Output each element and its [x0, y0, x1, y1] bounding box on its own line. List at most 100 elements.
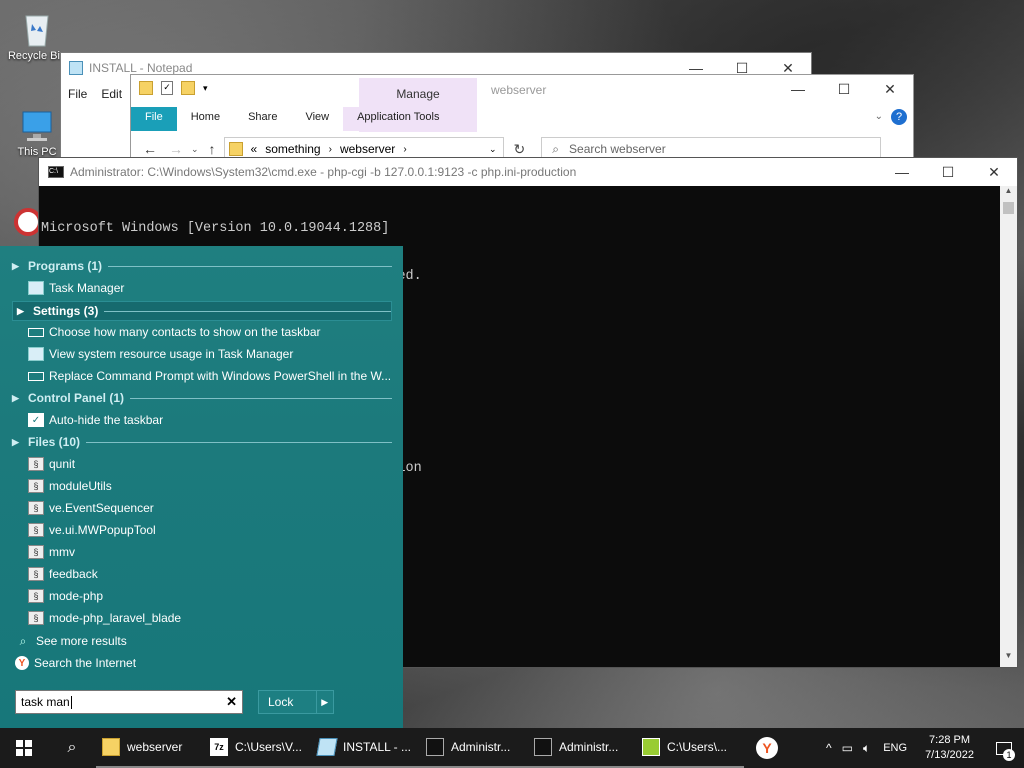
result-label: Auto-hide the taskbar [49, 413, 164, 427]
search-icon: ⌕ [19, 633, 27, 648]
see-more-label: See more results [36, 634, 127, 648]
result-control-panel[interactable]: ✓ Auto-hide the taskbar [28, 410, 390, 430]
clock[interactable]: 7:28 PM 7/13/2022 [915, 733, 984, 763]
help-icon[interactable]: ? [891, 109, 907, 125]
properties-icon[interactable]: ✓ [161, 81, 173, 95]
folder-icon[interactable] [139, 81, 153, 95]
result-setting[interactable]: Replace Command Prompt with Windows Powe… [28, 366, 390, 386]
clock-date: 7/13/2022 [925, 749, 974, 761]
close-button[interactable]: ✕ [867, 74, 913, 104]
minimize-button[interactable]: — [879, 158, 925, 186]
group-programs-label: Programs (1) [28, 259, 103, 273]
show-hidden-icons-chevron-up-icon[interactable]: ^ [821, 741, 837, 755]
menu-edit[interactable]: Edit [101, 87, 122, 101]
system-tray: ^ ▭ 🔈︎ ENG 7:28 PM 7/13/2022 1 [821, 728, 1024, 768]
tab-home[interactable]: Home [177, 107, 234, 131]
result-file[interactable]: § feedback [28, 564, 390, 584]
ribbon-expand-icon[interactable]: ⌄ [875, 111, 883, 122]
lock-button[interactable]: Lock ▶ [258, 690, 334, 714]
result-setting[interactable]: View system resource usage in Task Manag… [28, 344, 390, 364]
result-task-manager[interactable]: Task Manager [28, 278, 390, 298]
ribbon-tabs: File Home Share View Application Tools [131, 107, 454, 131]
start-menu[interactable]: ▶ Programs (1) Task Manager ▶ Settings (… [0, 246, 403, 728]
address-dropdown-icon[interactable]: ⌄ [489, 144, 497, 155]
recycle-bin-icon [20, 8, 54, 48]
back-arrow-icon[interactable]: ← [143, 141, 157, 157]
taskbar-app-notepadpp[interactable]: C:\Users\... [636, 728, 744, 768]
notepad-title: INSTALL - Notepad [89, 61, 193, 75]
result-setting[interactable]: Choose how many contacts to show on the … [28, 322, 390, 342]
result-file[interactable]: § mmv [28, 542, 390, 562]
clear-search-icon[interactable]: ✕ [226, 694, 237, 710]
see-more-results-link[interactable]: ⌕ See more results [15, 631, 377, 651]
new-folder-icon[interactable] [181, 81, 195, 95]
maximize-button[interactable]: ☐ [925, 158, 971, 186]
taskbar-app-webserver[interactable]: webserver [96, 728, 204, 768]
search-internet-link[interactable]: Y Search the Internet [15, 653, 377, 673]
result-file[interactable]: § mode-php [28, 586, 390, 606]
search-placeholder: Search webserver [569, 142, 666, 156]
result-label: moduleUtils [49, 479, 112, 493]
result-file[interactable]: § ve.EventSequencer [28, 498, 390, 518]
language-indicator[interactable]: ENG [875, 742, 915, 754]
forward-arrow-icon[interactable]: → [169, 141, 183, 157]
console-line: Microsoft Windows [Version 10.0.19044.12… [41, 221, 390, 236]
breadcrumb-overflow[interactable]: « [251, 142, 258, 156]
action-center-button[interactable]: 1 [984, 728, 1024, 768]
group-programs[interactable]: ▶ Programs (1) [12, 259, 392, 273]
result-file[interactable]: § qunit [28, 454, 390, 474]
breadcrumb-webserver[interactable]: webserver [340, 142, 395, 156]
breadcrumb-something[interactable]: something [265, 142, 320, 156]
refresh-icon[interactable]: ↻ [514, 141, 526, 158]
taskbar-app-yandex[interactable]: Y [744, 728, 790, 768]
tab-view[interactable]: View [291, 107, 343, 131]
notepad-icon [69, 61, 83, 75]
group-divider [130, 397, 392, 399]
recent-dropdown-icon[interactable]: ⌄ [191, 144, 199, 155]
cmd-title: Administrator: C:\Windows\System32\cmd.e… [70, 165, 577, 179]
tab-share[interactable]: Share [234, 107, 291, 131]
tab-application-tools[interactable]: Application Tools [343, 107, 454, 131]
result-file[interactable]: § mode-php_laravel_blade [28, 608, 390, 628]
tab-file[interactable]: File [131, 107, 177, 131]
volume-icon[interactable]: 🔈︎ [858, 741, 875, 756]
search-internet-label: Search the Internet [34, 656, 137, 670]
scroll-thumb[interactable] [1003, 202, 1014, 214]
7zip-icon: 7z [210, 738, 228, 756]
windows-logo-icon [16, 740, 32, 756]
taskbar-app-notepad[interactable]: INSTALL - ... [312, 728, 420, 768]
manage-label: Manage [396, 87, 440, 101]
menu-file[interactable]: File [68, 87, 87, 101]
up-arrow-icon[interactable]: ↑ [209, 141, 216, 157]
group-settings[interactable]: ▶ Settings (3) [12, 301, 392, 321]
cmd-titlebar[interactable]: C:\ Administrator: C:\Windows\System32\c… [39, 158, 1017, 186]
notification-count-badge: 1 [1003, 749, 1015, 761]
console-scrollbar[interactable]: ▲ ▼ [1000, 186, 1017, 667]
minimize-button[interactable]: — [775, 74, 821, 104]
notepadpp-icon [642, 738, 660, 756]
taskbar-app-7zip[interactable]: 7z C:\Users\V... [204, 728, 312, 768]
close-button[interactable]: ✕ [971, 158, 1017, 186]
folder-icon [228, 142, 243, 156]
start-button[interactable] [0, 728, 48, 768]
group-divider [108, 265, 392, 267]
taskbar-app-cmd-1[interactable]: Administr... [420, 728, 528, 768]
group-control-panel[interactable]: ▶ Control Panel (1) [12, 391, 392, 405]
group-files[interactable]: ▶ Files (10) [12, 435, 392, 449]
taskbar-app-cmd-2[interactable]: Administr... [528, 728, 636, 768]
result-label: mode-php_laravel_blade [49, 611, 182, 625]
cmd-icon [534, 738, 552, 756]
network-icon[interactable]: ▭ [837, 741, 858, 755]
result-file[interactable]: § ve.ui.MWPopupTool [28, 520, 390, 540]
clock-time: 7:28 PM [929, 734, 971, 746]
maximize-button[interactable]: ☐ [821, 74, 867, 104]
customize-qat-icon[interactable]: ▾ [203, 83, 208, 94]
scroll-up-arrow[interactable]: ▲ [1000, 186, 1017, 202]
result-file[interactable]: § moduleUtils [28, 476, 390, 496]
script-file-icon: § [28, 523, 44, 537]
taskbar-search-button[interactable]: ⌕ [48, 728, 96, 768]
power-options-arrow-icon[interactable]: ▶ [315, 691, 333, 713]
scroll-down-arrow[interactable]: ▼ [1000, 651, 1017, 667]
start-search-input[interactable]: task man ✕ [15, 690, 243, 714]
script-file-icon: § [28, 545, 44, 559]
